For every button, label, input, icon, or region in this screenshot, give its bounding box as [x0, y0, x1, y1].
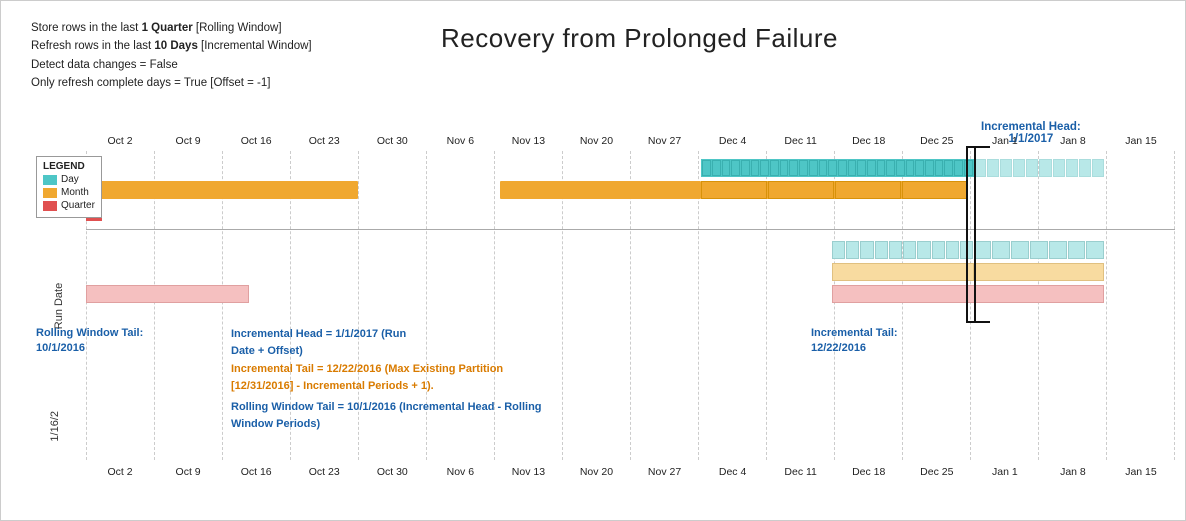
- x-label-oct2-bot: Oct 2: [86, 466, 154, 478]
- legend-title: LEGEND: [43, 161, 95, 172]
- info-line1: Store rows in the last 1 Quarter [Rollin…: [31, 19, 312, 37]
- day-row-lower: [86, 241, 1175, 261]
- x-label-nov13-top: Nov 13: [494, 135, 562, 147]
- quarter-row-upper: [86, 203, 1175, 223]
- x-label-oct2-top: Oct 2: [86, 135, 154, 147]
- incremental-head-eq-annotation: Incremental Head = 1/1/2017 (RunDate + O…: [231, 326, 406, 359]
- legend-color-month: [43, 188, 57, 198]
- info-line4: Only refresh complete days = True [Offse…: [31, 74, 312, 92]
- x-label-jan8-bot: Jan 8: [1039, 466, 1107, 478]
- info-quarter: 1 Quarter: [142, 22, 193, 34]
- bracket-top-bar: [966, 146, 990, 148]
- month-block3: [500, 181, 701, 199]
- info-line1-suffix: [Rolling Window]: [193, 22, 282, 34]
- quarter-row-lower: [86, 285, 1175, 305]
- x-label-oct30-bot: Oct 30: [358, 466, 426, 478]
- x-label-oct9-bot: Oct 9: [154, 466, 222, 478]
- info-days: 10 Days: [154, 40, 197, 52]
- bracket-right-line: [974, 146, 976, 321]
- x-label-nov27-bot: Nov 27: [631, 466, 699, 478]
- run-date-vertical-label: 1/16/2: [49, 411, 61, 442]
- info-line2: Refresh rows in the last 10 Days [Increm…: [31, 37, 312, 55]
- incremental-tail-label: Incremental Tail:12/22/2016: [811, 326, 898, 357]
- page-title: Recovery from Prolonged Failure: [441, 23, 838, 54]
- chart-area: Oct 2 Oct 9 Oct 16 Oct 23 Oct 30 Nov 6 N…: [31, 131, 1175, 500]
- x-label-dec18-bot: Dec 18: [835, 466, 903, 478]
- x-label-oct9-top: Oct 9: [154, 135, 222, 147]
- x-label-dec4-top: Dec 4: [699, 135, 767, 147]
- x-label-dec11-top: Dec 11: [767, 135, 835, 147]
- legend-item-day: Day: [43, 174, 95, 185]
- rolling-window-tail-annotation: Rolling Window Tail:10/1/2016: [36, 326, 143, 357]
- x-label-oct16-bot: Oct 16: [222, 466, 290, 478]
- month-lower-block2: [974, 263, 1105, 281]
- x-labels-top: Oct 2 Oct 9 Oct 16 Oct 23 Oct 30 Nov 6 N…: [86, 131, 1175, 151]
- x-label-oct23-top: Oct 23: [290, 135, 358, 147]
- legend-color-day: [43, 175, 57, 185]
- legend-label-month: Month: [61, 187, 89, 198]
- x-label-dec25-top: Dec 25: [903, 135, 971, 147]
- month-block2: [701, 181, 968, 199]
- x-label-dec4-bot: Dec 4: [699, 466, 767, 478]
- x-label-oct23-bot: Oct 23: [290, 466, 358, 478]
- x-label-oct30-top: Oct 30: [358, 135, 426, 147]
- main-container: Store rows in the last 1 Quarter [Rollin…: [0, 0, 1186, 521]
- x-label-jan15-bot: Jan 15: [1107, 466, 1175, 478]
- x-label-nov6-top: Nov 6: [426, 135, 494, 147]
- bracket-left-line: [966, 146, 968, 321]
- month-row-lower: [86, 263, 1175, 283]
- day-blocks-upper: [701, 159, 973, 177]
- x-label-jan8-top: Jan 8: [1039, 135, 1107, 147]
- x-label-dec18-top: Dec 18: [835, 135, 903, 147]
- y-axis-label: Run Date: [53, 282, 65, 328]
- day-row-upper: [86, 159, 1175, 179]
- day-blocks-upper-light: [974, 159, 1105, 177]
- month-row-upper: [86, 181, 1175, 201]
- legend-color-quarter: [43, 201, 57, 211]
- month-lower-block1: [832, 263, 974, 281]
- legend-label-day: Day: [61, 174, 79, 185]
- x-label-dec11-bot: Dec 11: [767, 466, 835, 478]
- pink-block2: [832, 285, 1104, 303]
- x-label-dec25-bot: Dec 25: [903, 466, 971, 478]
- x-label-jan1-bot: Jan 1: [971, 466, 1039, 478]
- info-text: Store rows in the last 1 Quarter [Rollin…: [31, 19, 312, 93]
- x-label-jan15-top: Jan 15: [1107, 135, 1175, 147]
- x-label-nov20-top: Nov 20: [562, 135, 630, 147]
- bracket-bottom-bar: [966, 321, 990, 323]
- day-lower-blocks2: [974, 241, 1105, 259]
- chart-body: Run Date: [31, 151, 1175, 460]
- legend-label-quarter: Quarter: [61, 200, 95, 211]
- x-label-oct16-top: Oct 16: [222, 135, 290, 147]
- x-labels-bottom: Oct 2 Oct 9 Oct 16 Oct 23 Oct 30 Nov 6 N…: [86, 462, 1175, 482]
- month-block1: [86, 181, 358, 199]
- incremental-tail-eq-annotation: Incremental Tail = 12/22/2016 (Max Exist…: [231, 361, 503, 394]
- info-line2-suffix: [Incremental Window]: [198, 40, 312, 52]
- legend-item-quarter: Quarter: [43, 200, 95, 211]
- x-label-nov13-bot: Nov 13: [494, 466, 562, 478]
- rolling-window-eq-annotation: Rolling Window Tail = 10/1/2016 (Increme…: [231, 399, 542, 432]
- separator-line: [86, 229, 1175, 230]
- legend: LEGEND Day Month Quarter: [36, 156, 102, 218]
- x-label-nov6-bot: Nov 6: [426, 466, 494, 478]
- day-lower-blocks: [832, 241, 974, 259]
- pink-block1: [86, 285, 249, 303]
- info-line3: Detect data changes = False: [31, 56, 312, 74]
- x-label-nov20-bot: Nov 20: [562, 466, 630, 478]
- x-label-nov27-top: Nov 27: [631, 135, 699, 147]
- legend-item-month: Month: [43, 187, 95, 198]
